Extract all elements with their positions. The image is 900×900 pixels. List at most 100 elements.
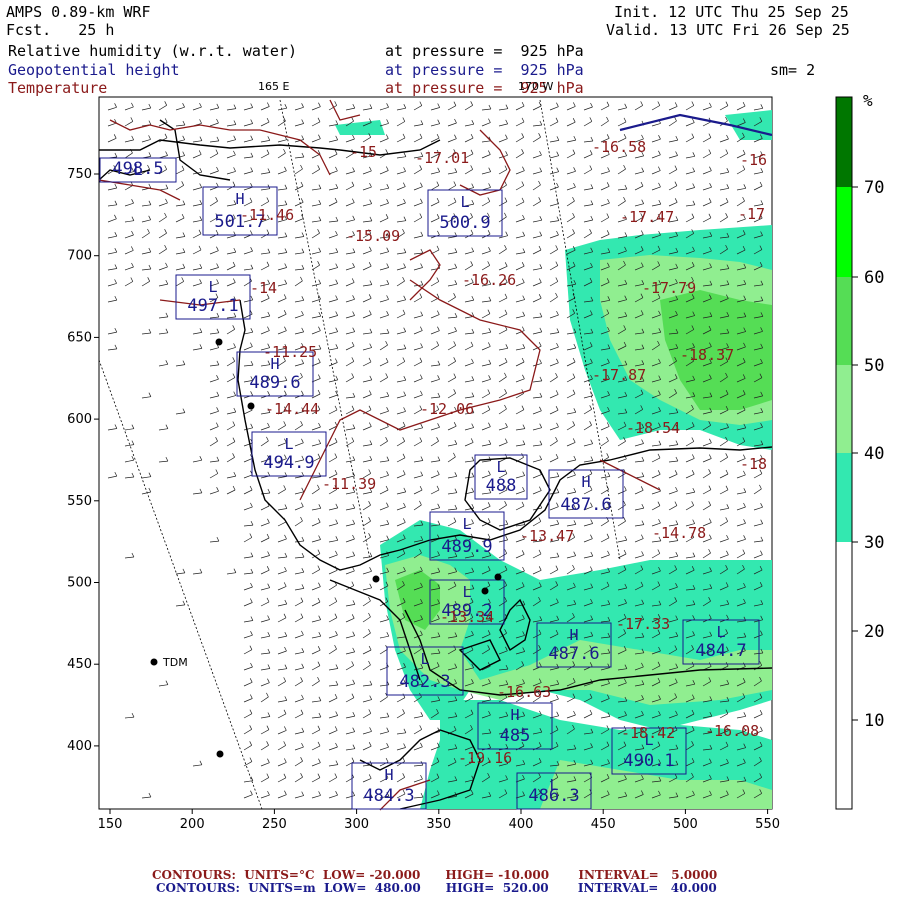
station-dot <box>215 338 223 346</box>
colorbar-tick-label: 40 <box>864 444 884 464</box>
colorbar-below-30 <box>836 542 852 809</box>
temperature-label: -18 <box>740 455 767 473</box>
y-tick-label: 400 <box>67 739 92 754</box>
y-tick-label: 450 <box>67 657 92 672</box>
colorbar-50-60 <box>836 277 852 365</box>
station-dot <box>372 575 380 583</box>
svg-text:490.1: 490.1 <box>623 751 674 771</box>
y-tick-label: 550 <box>67 494 92 509</box>
svg-text:486.3: 486.3 <box>528 786 579 806</box>
temperature-label: -13.47 <box>520 527 574 545</box>
temperature-label: -15.09 <box>346 227 400 245</box>
lon-label-165e: 165 E <box>258 80 289 93</box>
svg-text:487.6: 487.6 <box>548 644 599 664</box>
temperature-label: -16.58 <box>592 138 646 156</box>
temperature-label: -18.37 <box>680 346 734 364</box>
svg-text:L: L <box>462 583 471 601</box>
x-tick-label: 200 <box>180 817 205 832</box>
temperature-label: -17.01 <box>415 149 469 167</box>
svg-text:L: L <box>496 458 505 476</box>
colorbar-tick-label: 30 <box>864 533 884 553</box>
x-tick-label: 350 <box>426 817 451 832</box>
svg-text:497.1: 497.1 <box>187 296 238 316</box>
temperature-label: -12.06 <box>420 400 474 418</box>
y-tick-label: 600 <box>67 412 92 427</box>
temperature-label: -11.46 <box>240 206 294 224</box>
temperature-label: -14.78 <box>652 524 706 542</box>
svg-text:L: L <box>420 650 429 668</box>
temperature-label: -17.79 <box>642 279 696 297</box>
temperature-label: -14 <box>250 279 277 297</box>
station-dot <box>494 573 502 581</box>
y-axis: 750 700 650 600 550 500 450 400 <box>67 167 99 754</box>
colorbar-30-40 <box>836 453 852 542</box>
svg-text:489.9: 489.9 <box>441 537 492 557</box>
svg-text:H: H <box>384 766 393 784</box>
station-dot <box>247 402 255 410</box>
temperature-label: -18.54 <box>626 419 680 437</box>
colorbar-40-50 <box>836 365 852 453</box>
station-label-tdm: TDM <box>162 656 188 669</box>
footer-temp-contours: CONTOURS: UNITS=°C LOW= -20.000 HIGH= -1… <box>152 868 718 882</box>
svg-text:482.3: 482.3 <box>399 672 450 692</box>
x-tick-label: 300 <box>344 817 369 832</box>
lon-label-170w: 170 W <box>518 80 553 93</box>
svg-text:H: H <box>510 706 519 724</box>
svg-text:L: L <box>284 435 293 453</box>
station-dot <box>216 750 224 758</box>
colorbar-ticks: 70 60 50 40 30 20 10 <box>852 178 884 731</box>
svg-text:L: L <box>208 278 217 296</box>
colorbar-unit: % <box>863 91 873 110</box>
svg-text:H: H <box>569 626 578 644</box>
y-tick-label: 650 <box>67 330 92 345</box>
temperature-label: -17.33 <box>616 615 670 633</box>
x-tick-label: 450 <box>591 817 616 832</box>
temperature-label: -18.42 <box>621 724 675 742</box>
svg-text:487.6: 487.6 <box>560 495 611 515</box>
svg-text:488: 488 <box>486 476 517 496</box>
colorbar-70-plus <box>836 97 852 187</box>
temperature-label: -14.44 <box>265 400 319 418</box>
temperature-label: -17 <box>738 205 765 223</box>
temperature-label: -19.16 <box>458 749 512 767</box>
temperature-label: -13.34 <box>440 608 494 626</box>
colorbar-tick-label: 20 <box>864 622 884 642</box>
temperature-label: -16.08 <box>705 722 759 740</box>
station-dot <box>481 587 489 595</box>
svg-text:L: L <box>716 623 725 641</box>
temperature-label: -16.63 <box>497 683 551 701</box>
svg-text:489.6: 489.6 <box>249 373 300 393</box>
y-tick-label: 700 <box>67 249 92 264</box>
x-tick-label: 150 <box>98 817 123 832</box>
colorbar-60-70 <box>836 187 852 277</box>
svg-text:484.7: 484.7 <box>695 641 746 661</box>
svg-text:485: 485 <box>500 726 531 746</box>
forecast-map: L498.5H501.7L500.9L497.1H489.6L494.9 L488… <box>67 80 884 832</box>
temperature-label: -11.25 <box>263 343 317 361</box>
x-tick-label: 250 <box>262 817 287 832</box>
temperature-label: -15 <box>350 143 377 161</box>
temperature-label: -11.39 <box>322 475 376 493</box>
svg-text:L: L <box>460 193 469 211</box>
x-tick-label: 550 <box>755 817 780 832</box>
station-dot-tdm <box>150 658 158 666</box>
svg-text:498.5: 498.5 <box>112 159 163 179</box>
temperature-label: -17.87 <box>592 366 646 384</box>
footer-height-contours: CONTOURS: UNITS=m LOW= 480.00 HIGH= 520.… <box>156 881 717 895</box>
temperature-label: -16 <box>740 151 767 169</box>
svg-text:500.9: 500.9 <box>439 213 490 233</box>
colorbar-tick-label: 50 <box>864 356 884 376</box>
x-axis: 150 200 250 300 350 400 450 500 550 <box>98 809 780 832</box>
temperature-label: -16.26 <box>462 271 516 289</box>
colorbar-tick-label: 10 <box>864 711 884 731</box>
colorbar <box>835 96 853 810</box>
svg-text:494.9: 494.9 <box>263 453 314 473</box>
x-tick-label: 500 <box>673 817 698 832</box>
y-tick-label: 500 <box>67 576 92 591</box>
svg-text:L: L <box>462 515 471 533</box>
y-tick-label: 750 <box>67 167 92 182</box>
temperature-label: -17.47 <box>620 208 674 226</box>
svg-text:H: H <box>581 473 590 491</box>
colorbar-tick-label: 60 <box>864 268 884 288</box>
svg-text:484.3: 484.3 <box>363 786 414 806</box>
